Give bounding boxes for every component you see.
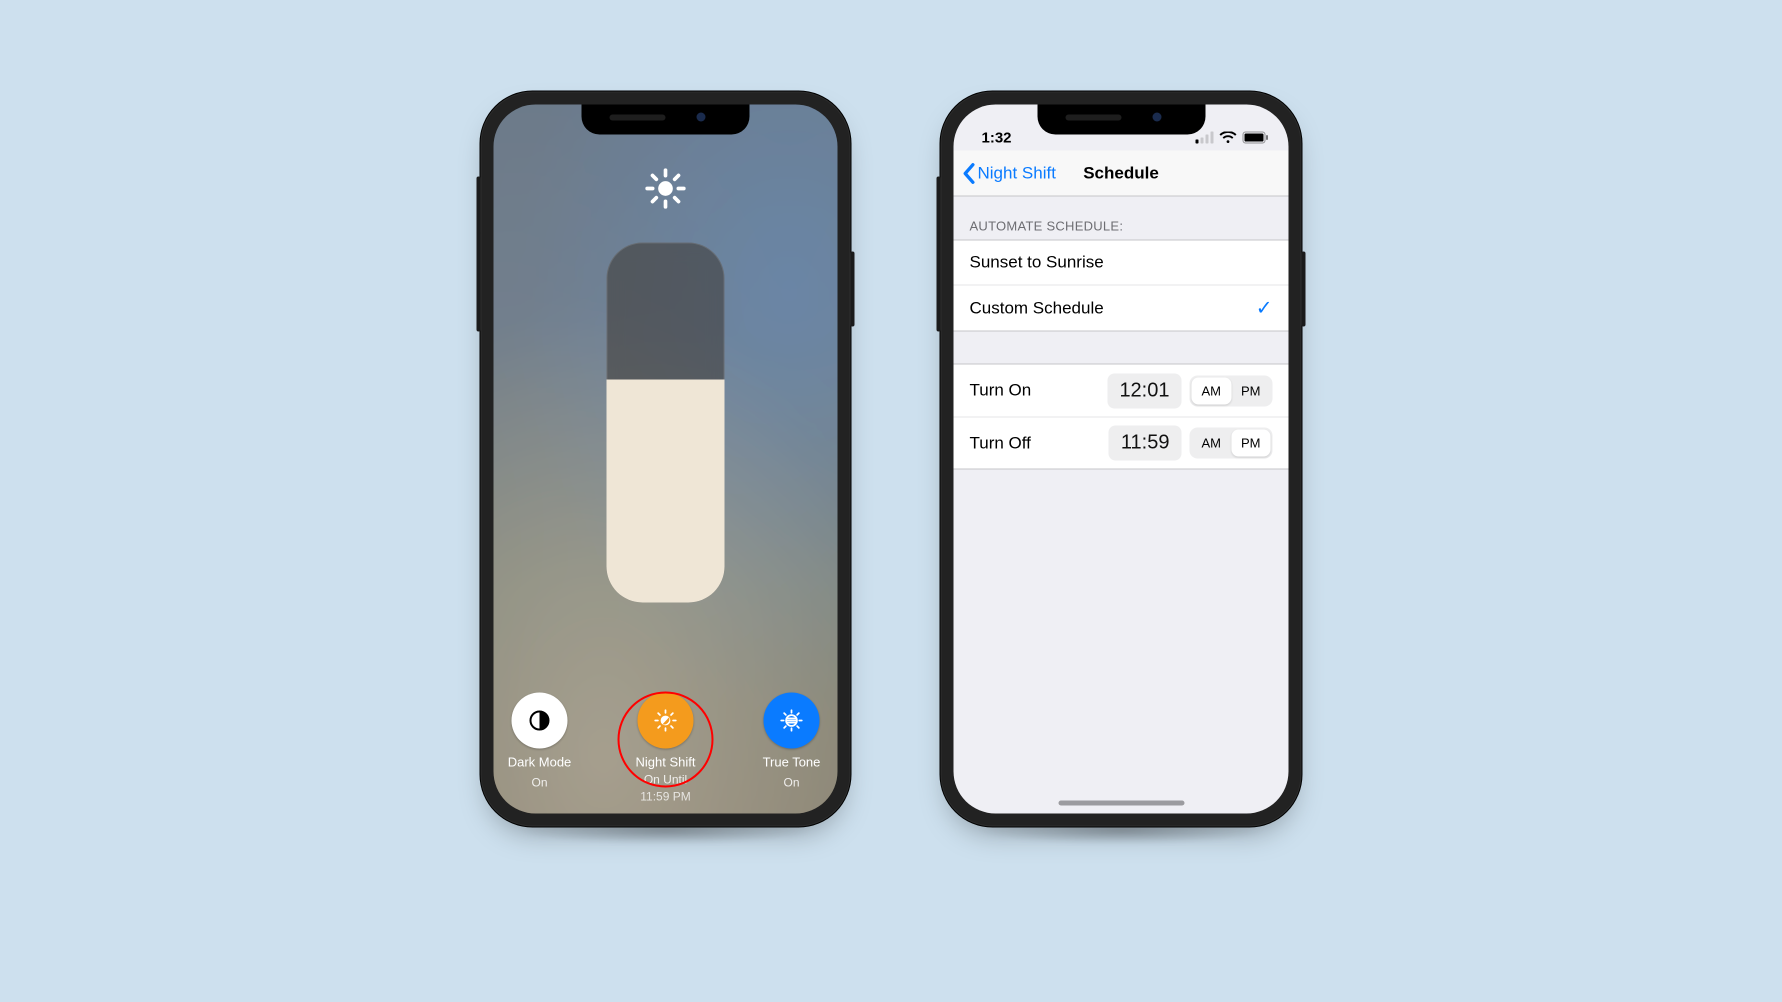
turn-off-am[interactable]: AM	[1192, 430, 1232, 457]
automate-list: Sunset to Sunrise Custom Schedule ✓	[954, 240, 1289, 332]
checkmark-icon: ✓	[1256, 296, 1273, 321]
option-sunset-to-sunrise[interactable]: Sunset to Sunrise	[954, 241, 1289, 285]
phone-settings: 1:32	[941, 92, 1302, 827]
option-custom-label: Custom Schedule	[970, 298, 1104, 318]
dark-mode-icon	[528, 709, 552, 733]
night-shift-status-1: On Until	[644, 773, 687, 787]
time-list: Turn On 12:01 AM PM Turn Off 11:59	[954, 364, 1289, 470]
night-shift-button[interactable]: Night Shift On Until 11:59 PM	[620, 693, 712, 804]
section-header-automate: Automate Schedule:	[954, 197, 1289, 240]
true-tone-button[interactable]: True Tone On	[746, 693, 838, 804]
dark-mode-label: Dark Mode	[508, 755, 572, 770]
battery-icon	[1243, 132, 1269, 144]
back-button[interactable]: Night Shift	[954, 162, 1056, 184]
night-shift-label: Night Shift	[636, 755, 696, 770]
option-custom-schedule[interactable]: Custom Schedule ✓	[954, 285, 1289, 331]
turn-on-am[interactable]: AM	[1192, 377, 1232, 404]
status-time: 1:32	[982, 129, 1012, 146]
home-indicator[interactable]	[1058, 801, 1184, 806]
night-shift-status-2: 11:59 PM	[640, 790, 690, 804]
nav-bar: Night Shift Schedule	[954, 151, 1289, 197]
phone-control-center: Dark Mode On	[481, 92, 851, 827]
turn-on-time[interactable]: 12:01	[1107, 373, 1181, 408]
turn-off-pm[interactable]: PM	[1231, 430, 1271, 457]
turn-off-row: Turn Off 11:59 AM PM	[954, 417, 1289, 469]
turn-off-ampm[interactable]: AM PM	[1190, 428, 1273, 459]
brightness-icon	[644, 167, 688, 211]
true-tone-icon	[779, 708, 805, 734]
true-tone-label: True Tone	[763, 755, 821, 770]
turn-off-label: Turn Off	[970, 433, 1031, 453]
option-sunset-label: Sunset to Sunrise	[970, 253, 1104, 273]
turn-on-pm[interactable]: PM	[1231, 377, 1271, 404]
turn-off-time[interactable]: 11:59	[1109, 426, 1182, 461]
turn-on-label: Turn On	[970, 381, 1032, 401]
back-label: Night Shift	[978, 163, 1056, 183]
wifi-icon	[1220, 132, 1237, 144]
night-shift-icon	[653, 708, 679, 734]
chevron-left-icon	[962, 162, 976, 184]
dark-mode-status: On	[531, 776, 547, 790]
turn-on-row: Turn On 12:01 AM PM	[954, 365, 1289, 417]
brightness-fill	[607, 379, 725, 602]
cellular-icon	[1196, 132, 1214, 144]
settings-screen: 1:32	[954, 105, 1289, 814]
brightness-slider[interactable]	[607, 243, 725, 603]
true-tone-status: On	[783, 776, 799, 790]
dark-mode-button[interactable]: Dark Mode On	[494, 693, 586, 804]
turn-on-ampm[interactable]: AM PM	[1190, 375, 1273, 406]
control-center-screen: Dark Mode On	[494, 105, 838, 814]
